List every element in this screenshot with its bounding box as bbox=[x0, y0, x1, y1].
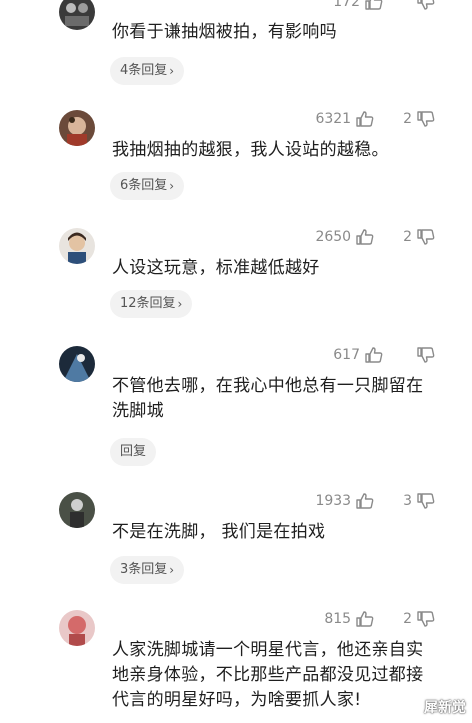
comment-text: 不是在洗脚， 我们是在拍戏 bbox=[112, 522, 326, 542]
like-count: 172 bbox=[333, 0, 360, 10]
dislike-icon bbox=[416, 346, 436, 364]
dislike-button[interactable]: 2 bbox=[403, 610, 436, 628]
chevron-right-icon: › bbox=[169, 179, 175, 193]
dislike-button[interactable]: 3 bbox=[403, 492, 436, 510]
like-icon bbox=[355, 492, 375, 510]
comment-text: 人家洗脚城请一个明星代言，他还亲自实地亲身体验，不比那些产品都没见过都接代言的明… bbox=[112, 640, 424, 710]
reply-count-label: 6条回复 bbox=[120, 178, 168, 193]
avatar[interactable] bbox=[59, 0, 95, 30]
view-replies-button[interactable]: 6条回复 › bbox=[110, 172, 185, 200]
avatar[interactable] bbox=[59, 228, 95, 264]
comment-text: 我抽烟抽的越狠，我人设站的越稳。 bbox=[112, 140, 389, 160]
like-icon bbox=[355, 228, 375, 246]
avatar[interactable] bbox=[59, 610, 95, 646]
view-replies-button[interactable]: 4条回复 › bbox=[110, 57, 185, 85]
chevron-right-icon: › bbox=[169, 563, 175, 577]
like-button[interactable]: 6321 bbox=[315, 110, 375, 128]
dislike-icon bbox=[416, 492, 436, 510]
comment-stats: 6321 2 bbox=[315, 110, 436, 128]
like-count: 6321 bbox=[315, 111, 352, 127]
dislike-count: 2 bbox=[403, 111, 412, 127]
reply-count-label: 3条回复 bbox=[120, 562, 168, 577]
reply-count-label: 12条回复 bbox=[120, 296, 176, 311]
dislike-icon bbox=[416, 228, 436, 246]
comment-text: 人设这玩意，标准越低越好 bbox=[112, 258, 320, 278]
like-icon bbox=[364, 0, 384, 11]
like-button[interactable]: 1933 bbox=[315, 492, 375, 510]
like-icon bbox=[364, 346, 384, 364]
like-button[interactable]: 2650 bbox=[315, 228, 375, 246]
dislike-button[interactable]: 2 bbox=[403, 228, 436, 246]
avatar[interactable] bbox=[59, 110, 95, 146]
like-icon bbox=[355, 610, 375, 628]
comment-stats: 1933 3 bbox=[315, 492, 436, 510]
comment-text: 你看于谦抽烟被拍，有影响吗 bbox=[112, 22, 337, 42]
like-button[interactable]: 172 bbox=[333, 0, 384, 11]
like-button[interactable]: 815 bbox=[324, 610, 375, 628]
dislike-count: 3 bbox=[403, 493, 412, 509]
dislike-count: 2 bbox=[403, 229, 412, 245]
dislike-icon bbox=[416, 110, 436, 128]
dislike-icon bbox=[416, 610, 436, 628]
avatar[interactable] bbox=[59, 346, 95, 382]
dislike-button[interactable]: 2 bbox=[403, 110, 436, 128]
dislike-button[interactable] bbox=[412, 346, 436, 364]
avatar[interactable] bbox=[59, 492, 95, 528]
like-count: 815 bbox=[324, 611, 352, 627]
reply-count-label: 4条回复 bbox=[120, 63, 168, 78]
dislike-count: 2 bbox=[403, 611, 412, 627]
view-replies-button[interactable]: 3条回复 › bbox=[110, 556, 185, 584]
like-button[interactable]: 617 bbox=[333, 346, 384, 364]
dislike-button[interactable] bbox=[412, 0, 436, 11]
like-icon bbox=[355, 110, 375, 128]
reply-label: 回复 bbox=[120, 444, 147, 459]
reply-button[interactable]: 回复 bbox=[110, 438, 157, 466]
chevron-right-icon: › bbox=[177, 297, 183, 311]
comment-stats: 2650 2 bbox=[315, 228, 436, 246]
comment-stats: 815 2 bbox=[324, 610, 436, 628]
comment-text: 不管他去哪，在我心中他总有一只脚留在洗脚城 bbox=[112, 376, 424, 421]
like-count: 617 bbox=[333, 347, 360, 363]
view-replies-button[interactable]: 12条回复 › bbox=[110, 290, 193, 318]
dislike-icon bbox=[416, 0, 436, 11]
comment-stats: 172 bbox=[333, 0, 436, 11]
like-count: 2650 bbox=[315, 229, 352, 245]
like-count: 1933 bbox=[315, 493, 352, 509]
watermark: 犀新觉 bbox=[424, 700, 466, 716]
comment-stats: 617 bbox=[333, 346, 436, 364]
chevron-right-icon: › bbox=[169, 64, 175, 78]
